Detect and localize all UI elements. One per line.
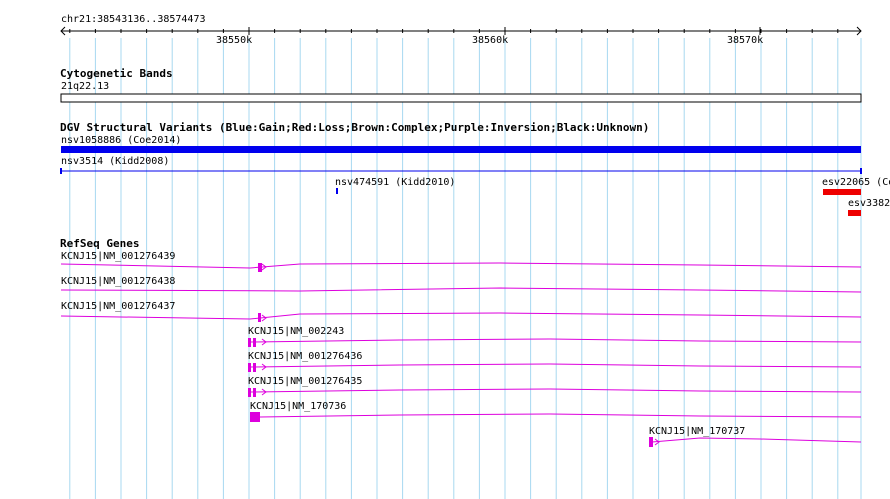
transcript-label[interactable]: KCNJ15|NM_002243 [248,326,344,338]
dgv-feature-label[interactable]: esv22065 (Co [822,177,890,189]
ruler-tick-label: 38570k [727,35,764,46]
transcript-NM_001276437[interactable] [60,312,862,322]
transcript-NM_001276436[interactable] [248,363,862,372]
transcript-label[interactable]: KCNJ15|NM_001276437 [61,301,175,313]
transcript-label[interactable]: KCNJ15|NM_001276438 [61,276,175,288]
transcript-label[interactable]: KCNJ15|NM_170737 [649,426,745,438]
transcript-label[interactable]: KCNJ15|NM_170736 [250,401,346,413]
cytoband-band-21q22-13[interactable] [60,93,862,103]
cytoband-track-title: Cytogenetic Bands [60,67,173,80]
refseq-track [60,262,862,447]
transcript-label[interactable]: KCNJ15|NM_001276435 [248,376,362,388]
refseq-track-title: RefSeq Genes [60,237,140,250]
dgv-feature-label[interactable]: nsv3514 (Kidd2008) [61,156,169,168]
cytoband-band-label: 21q22.13 [61,81,110,92]
transcript-NM_001276438[interactable] [60,287,862,293]
dgv-feature-label[interactable]: esv3382 [848,198,890,210]
dgv-feature-nsv1058886[interactable] [61,146,861,153]
genome-browser-view: chr21:38543136..38574473 38550k 38560k 3… [0,0,890,499]
dgv-feature-nsv3514[interactable] [60,168,862,174]
dgv-feature-esv22065[interactable] [823,189,861,195]
transcript-label[interactable]: KCNJ15|NM_001276436 [248,351,362,363]
transcript-NM_170736[interactable] [250,412,862,422]
transcript-label[interactable]: KCNJ15|NM_001276439 [61,251,175,263]
ruler-location: chr21:38543136..38574473 [61,14,206,25]
ruler-tick-label: 38550k [216,35,253,46]
ruler-tick-label: 38560k [472,35,509,46]
dgv-track [60,146,862,216]
transcript-NM_002243[interactable] [248,338,862,347]
transcript-NM_001276435[interactable] [248,388,862,397]
ruler[interactable] [60,26,862,36]
dgv-feature-label[interactable]: nsv474591 (Kidd2010) [335,177,455,189]
transcript-NM_001276439[interactable] [60,262,862,272]
dgv-feature-esv3382[interactable] [848,210,861,216]
cytoband-track[interactable] [60,93,862,103]
transcript-NM_170737[interactable] [649,437,862,447]
dgv-feature-label[interactable]: nsv1058886 (Coe2014) [61,135,181,147]
dgv-track-title: DGV Structural Variants (Blue:Gain;Red:L… [60,121,650,134]
